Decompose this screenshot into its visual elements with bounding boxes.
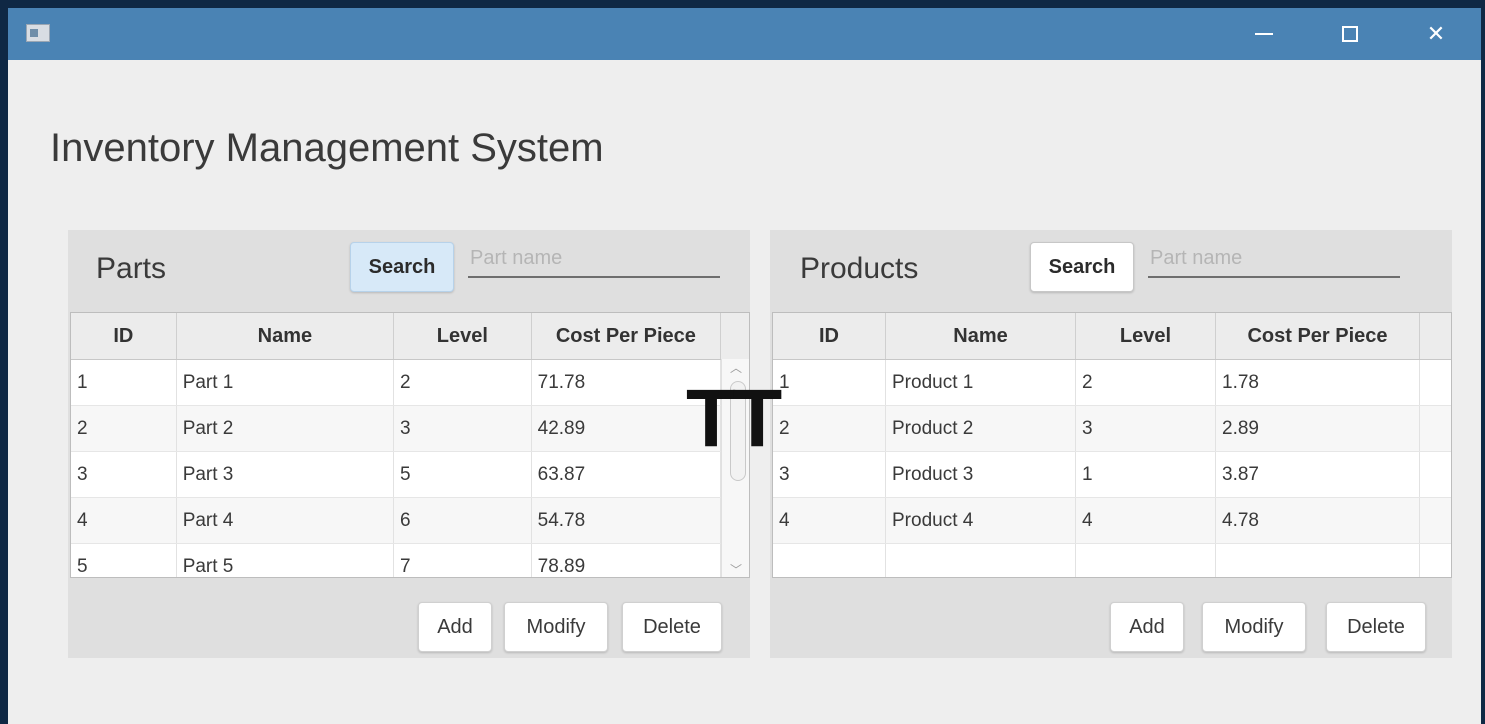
overlay-text: TT xyxy=(686,373,782,464)
column-header-id[interactable]: ID xyxy=(71,313,177,359)
parts-modify-button[interactable]: Modify xyxy=(504,602,608,652)
cell-id: 3 xyxy=(773,452,886,497)
close-icon: ✕ xyxy=(1426,21,1446,47)
table-row[interactable]: 2 Part 2 3 42.89 xyxy=(71,406,749,452)
cell-cost: 54.78 xyxy=(532,498,722,543)
table-row[interactable]: 1 Part 1 2 71.78 xyxy=(71,360,749,406)
minimize-icon xyxy=(1255,33,1273,35)
cell-id: 2 xyxy=(71,406,177,451)
cell-level: 6 xyxy=(394,498,532,543)
cell-id: 4 xyxy=(71,498,177,543)
cell-id: 4 xyxy=(773,498,886,543)
parts-search-button[interactable]: Search xyxy=(350,242,454,292)
cell-name: Product 2 xyxy=(886,406,1076,451)
parts-table-body: 1 Part 1 2 71.78 2 Part 2 3 42.89 3 Part… xyxy=(71,360,749,577)
products-search-button[interactable]: Search xyxy=(1030,242,1134,292)
cell-name: Part 3 xyxy=(177,452,395,497)
cell-name: Part 2 xyxy=(177,406,395,451)
table-row[interactable]: 2 Product 2 3 2.89 xyxy=(773,406,1451,452)
table-row[interactable]: 4 Product 4 4 4.78 xyxy=(773,498,1451,544)
column-header-id[interactable]: ID xyxy=(773,313,886,359)
cell-level: 3 xyxy=(1076,406,1216,451)
table-row[interactable]: 5 Part 5 7 78.89 xyxy=(71,544,749,577)
cell-level: 3 xyxy=(394,406,532,451)
products-add-button[interactable]: Add xyxy=(1110,602,1184,652)
parts-table: ID Name Level Cost Per Piece 1 Part 1 2 … xyxy=(70,312,750,578)
products-panel: Products Search ID Name Level Cost Per P… xyxy=(770,230,1452,658)
cell-id: 1 xyxy=(71,360,177,405)
cell-level: 2 xyxy=(394,360,532,405)
column-header-cost[interactable]: Cost Per Piece xyxy=(532,313,722,359)
app-window: ✕ Inventory Management System Parts Sear… xyxy=(8,8,1481,724)
products-title: Products xyxy=(800,252,919,285)
cell-empty xyxy=(1216,544,1420,577)
cell-name: Product 1 xyxy=(886,360,1076,405)
cell-name: Part 1 xyxy=(177,360,395,405)
parts-delete-button[interactable]: Delete xyxy=(622,602,722,652)
column-header-cost[interactable]: Cost Per Piece xyxy=(1216,313,1420,359)
cell-filler xyxy=(1420,452,1451,497)
titlebar: ✕ xyxy=(8,8,1481,60)
cell-cost: 4.78 xyxy=(1216,498,1420,543)
products-delete-button[interactable]: Delete xyxy=(1326,602,1426,652)
minimize-button[interactable] xyxy=(1244,18,1284,50)
parts-add-button[interactable]: Add xyxy=(418,602,492,652)
maximize-icon xyxy=(1342,26,1358,42)
products-table-body: 1 Product 1 2 1.78 2 Product 2 3 2.89 3 … xyxy=(773,360,1451,577)
cell-level: 7 xyxy=(394,544,532,577)
parts-panel: Parts Search ID Name Level Cost Per Piec… xyxy=(68,230,750,658)
cell-id: 1 xyxy=(773,360,886,405)
cell-cost: 2.89 xyxy=(1216,406,1420,451)
products-table-header: ID Name Level Cost Per Piece xyxy=(773,313,1451,360)
products-modify-button[interactable]: Modify xyxy=(1202,602,1306,652)
cell-id: 5 xyxy=(71,544,177,577)
maximize-button[interactable] xyxy=(1330,18,1370,50)
products-table: ID Name Level Cost Per Piece 1 Product 1… xyxy=(772,312,1452,578)
scroll-down-icon[interactable]: ﹀ xyxy=(722,561,749,577)
table-row[interactable]: 4 Part 4 6 54.78 xyxy=(71,498,749,544)
column-header-name[interactable]: Name xyxy=(177,313,395,359)
column-header-level[interactable]: Level xyxy=(1076,313,1216,359)
close-button[interactable]: ✕ xyxy=(1416,18,1456,50)
cell-cost: 3.87 xyxy=(1216,452,1420,497)
cell-filler xyxy=(1420,406,1451,451)
cell-name: Part 5 xyxy=(177,544,395,577)
cell-level: 5 xyxy=(394,452,532,497)
column-header-filler xyxy=(1420,313,1451,359)
table-row[interactable]: 3 Product 3 1 3.87 xyxy=(773,452,1451,498)
column-header-filler xyxy=(721,313,749,359)
parts-table-header: ID Name Level Cost Per Piece xyxy=(71,313,749,360)
cell-level: 2 xyxy=(1076,360,1216,405)
cell-name: Product 4 xyxy=(886,498,1076,543)
cell-filler xyxy=(1420,544,1451,577)
cell-filler xyxy=(1420,360,1451,405)
cell-name: Part 4 xyxy=(177,498,395,543)
products-search-input[interactable] xyxy=(1148,240,1400,278)
app-icon xyxy=(26,24,50,42)
table-row-empty xyxy=(773,544,1451,577)
cell-id: 3 xyxy=(71,452,177,497)
cell-filler xyxy=(1420,498,1451,543)
cell-level: 1 xyxy=(1076,452,1216,497)
cell-empty xyxy=(1076,544,1216,577)
cell-name: Product 3 xyxy=(886,452,1076,497)
parts-search-input[interactable] xyxy=(468,240,720,278)
cell-cost: 1.78 xyxy=(1216,360,1420,405)
table-row[interactable]: 3 Part 3 5 63.87 xyxy=(71,452,749,498)
parts-title: Parts xyxy=(96,252,167,285)
page-title: Inventory Management System xyxy=(50,126,604,170)
column-header-name[interactable]: Name xyxy=(886,313,1076,359)
cell-id: 2 xyxy=(773,406,886,451)
cell-empty xyxy=(886,544,1076,577)
column-header-level[interactable]: Level xyxy=(394,313,532,359)
cell-empty xyxy=(773,544,886,577)
table-row[interactable]: 1 Product 1 2 1.78 xyxy=(773,360,1451,406)
cell-level: 4 xyxy=(1076,498,1216,543)
cell-cost: 78.89 xyxy=(532,544,722,577)
